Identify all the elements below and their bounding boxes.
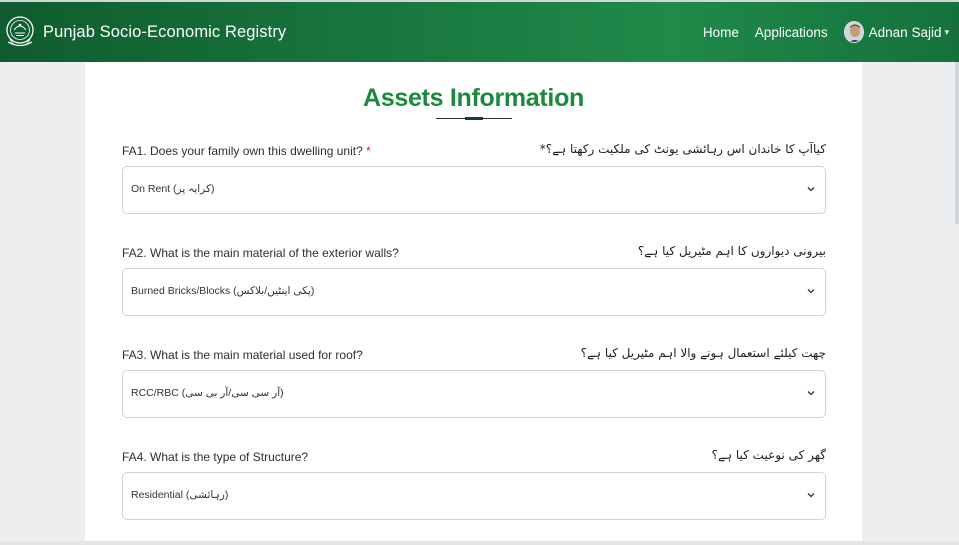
required-marker: * [366, 144, 371, 158]
dwelling-ownership-select[interactable]: On Rent (کرایہ پر) [122, 166, 826, 214]
form-card: Assets Information FA1. Does your family… [85, 62, 862, 545]
page-title: Assets Information [362, 84, 585, 112]
user-name: Adnan Sajid [868, 24, 942, 40]
question-label: FA4. What is the type of Structure? [122, 450, 309, 464]
structure-type-select[interactable]: Residential (رہائشی) [122, 472, 826, 520]
question-label: FA1. Does your family own this dwelling … [122, 144, 371, 158]
question-label-urdu: گھر کی نوعیت کیا ہے؟ [711, 448, 826, 462]
selected-value: Residential (رہائشی) [131, 489, 229, 501]
brand[interactable]: Punjab Socio-Economic Registry [4, 15, 286, 49]
question-label: FA3. What is the main material used for … [122, 348, 363, 362]
roof-material-select[interactable]: RCC/RBC (آر سی سی/آر بی سی) [122, 370, 826, 418]
user-menu[interactable]: Adnan Sajid ▾ [843, 21, 949, 43]
selected-value: On Rent (کرایہ پر) [131, 183, 215, 195]
user-photo-icon [844, 22, 863, 42]
exterior-walls-select[interactable]: Burned Bricks/Blocks (پکی اینٹیں/بلاکس) [122, 268, 826, 316]
bottom-edge [0, 541, 959, 545]
question-label-urdu: بیرونی دیواروں کا اہم مٹیریل کیا ہے؟ [637, 244, 826, 258]
top-navbar: Punjab Socio-Economic Registry Home Appl… [0, 0, 959, 62]
right-gutter [862, 62, 959, 545]
nav-link-home[interactable]: Home [703, 25, 739, 40]
punjab-emblem-icon [6, 16, 34, 47]
nav-link-applications[interactable]: Applications [755, 25, 828, 40]
brand-title: Punjab Socio-Economic Registry [43, 22, 287, 41]
chevron-down-icon [807, 493, 815, 498]
question-label: FA2. What is the main material of the ex… [122, 246, 399, 260]
chevron-down-icon [807, 391, 815, 396]
scrollbar-track[interactable] [955, 62, 959, 224]
chevron-down-icon [807, 187, 815, 192]
title-divider-accent [465, 117, 483, 120]
caret-down-icon: ▾ [944, 26, 949, 37]
left-gutter [0, 62, 85, 545]
chevron-down-icon [807, 289, 815, 294]
question-label-urdu: کیاآپ کا خاندان اس رہائشی یونٹ کی ملکیت … [539, 142, 826, 156]
nav-menu: Home Applications Adnan Sajid ▾ [703, 2, 949, 62]
selected-value: RCC/RBC (آر سی سی/آر بی سی) [131, 387, 284, 399]
selected-value: Burned Bricks/Blocks (پکی اینٹیں/بلاکس) [131, 285, 315, 297]
question-label-urdu: چھت کیلئے استعمال ہونے والا اہم مٹیریل ک… [580, 346, 826, 360]
avatar [843, 21, 864, 43]
